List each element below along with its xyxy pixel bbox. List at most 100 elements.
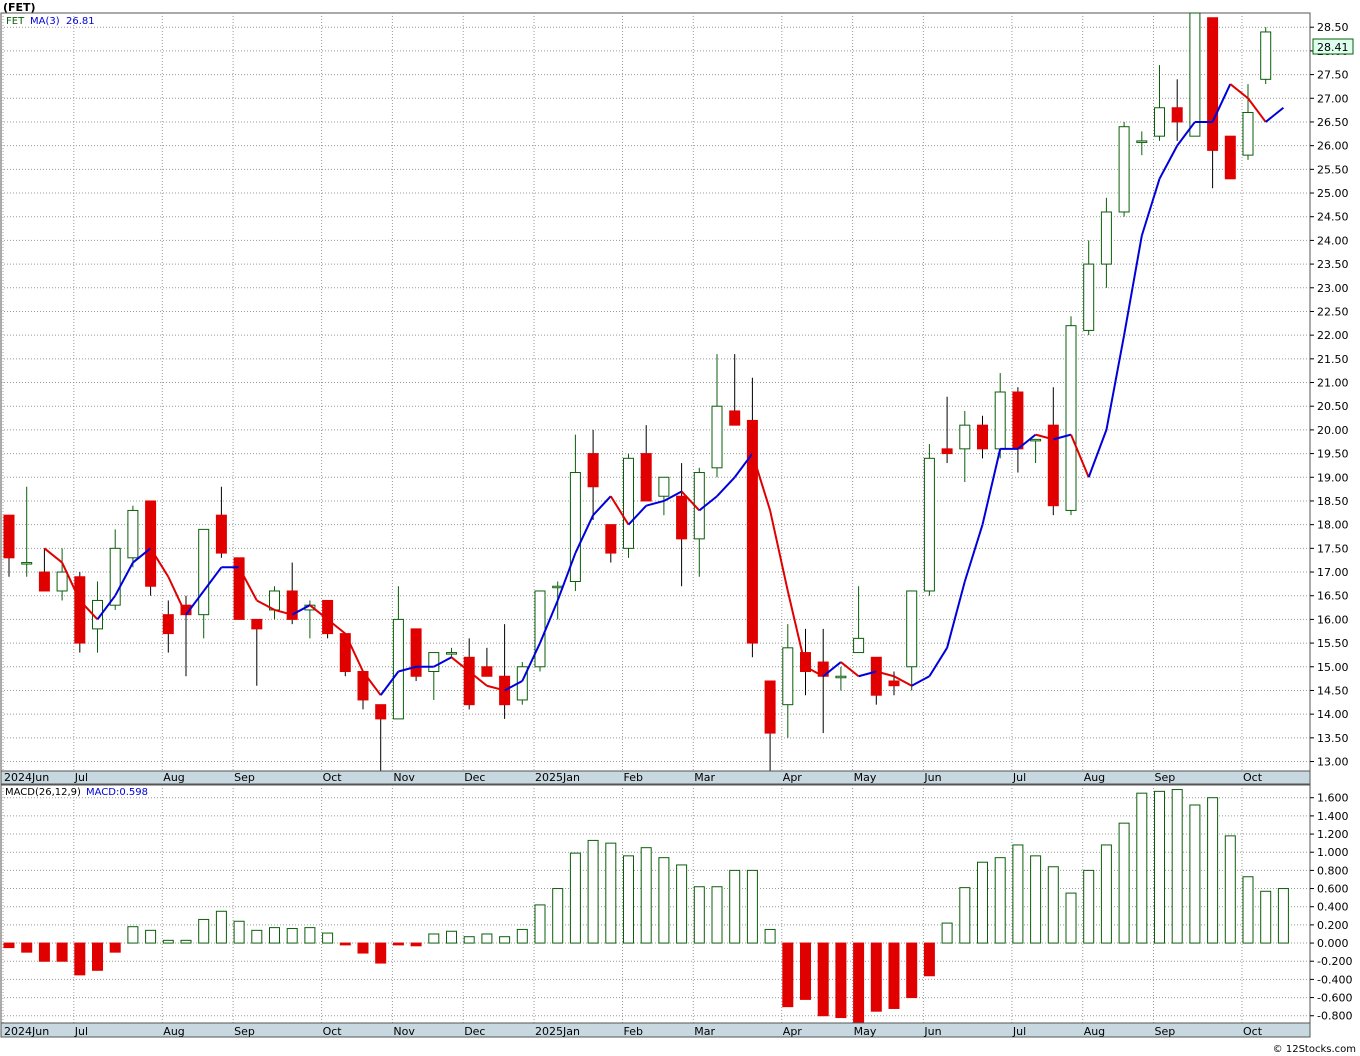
macd-bar: [1242, 876, 1254, 944]
macd-bar: [357, 942, 369, 954]
candle-body: [410, 628, 422, 677]
macd-x-tick-label: Mar: [694, 1025, 715, 1038]
candle-body: [870, 656, 882, 696]
macd-bar: [322, 932, 334, 944]
macd-bar: [74, 942, 86, 976]
macd-bar: [109, 942, 121, 953]
macd-bar: [180, 939, 192, 944]
price-y-tick-label: 15.00: [1317, 661, 1349, 674]
macd-bar: [676, 864, 688, 944]
macd-bar: [552, 888, 564, 944]
macd-x-tick-label: Sep: [234, 1025, 255, 1038]
candle-body: [623, 457, 634, 549]
candle-body: [1012, 391, 1024, 450]
macd-bar: [304, 927, 316, 944]
macd-bar: [198, 918, 210, 944]
price-y-tick-label: 22.50: [1317, 305, 1349, 318]
price-y-tick-label: 16.00: [1317, 613, 1349, 626]
price-y-tick-label: 26.00: [1317, 140, 1349, 153]
price-y-tick-label: 22.00: [1317, 329, 1349, 342]
macd-bar: [693, 886, 705, 944]
macd-bar: [92, 942, 103, 971]
price-y-tick-label: 14.50: [1317, 684, 1349, 697]
macd-x-tick-label: Aug: [1084, 1025, 1105, 1038]
macd-bar: [746, 869, 758, 944]
candle: [1189, 12, 1201, 137]
macd-bar: [711, 886, 723, 944]
candle-body: [1189, 12, 1201, 137]
macd-bar: [764, 928, 776, 944]
macd-x-tick-label: Jul: [1012, 1025, 1026, 1038]
macd-bar: [1207, 797, 1219, 944]
macd-bar: [410, 942, 422, 947]
candle: [127, 505, 139, 568]
macd-x-axis-band: [0, 1022, 1311, 1038]
candle-body: [729, 410, 741, 426]
price-y-tick-label: 27.50: [1317, 69, 1349, 82]
macd-bar: [375, 942, 387, 964]
price-x-tick-label: Aug: [163, 771, 184, 784]
macd-bar: [1047, 866, 1059, 944]
candle-body: [375, 704, 387, 720]
macd-x-tick-label: Aug: [163, 1025, 184, 1038]
candle-body: [21, 562, 33, 565]
macd-bar: [286, 928, 298, 944]
macd-bar: [3, 942, 15, 949]
candle-body: [251, 618, 263, 630]
candle-body: [658, 476, 670, 497]
macd-y-tick-label: -0.400: [1317, 973, 1352, 986]
macd-bar: [1083, 869, 1095, 944]
macd-bar: [145, 929, 157, 944]
price-x-tick-label: May: [854, 771, 877, 784]
macd-x-tick-label: Feb: [624, 1025, 643, 1038]
macd-bar: [870, 942, 882, 1012]
price-y-tick-label: 24.50: [1317, 211, 1349, 224]
macd-bar: [1260, 890, 1272, 944]
candle-body: [835, 675, 847, 679]
candle-body: [286, 590, 298, 620]
candle-body: [162, 614, 174, 635]
macd-bar: [499, 936, 511, 944]
macd-bar: [339, 942, 351, 946]
macd-bar: [1118, 822, 1130, 944]
macd-bar: [56, 942, 68, 962]
price-y-tick-label: 19.50: [1317, 448, 1349, 461]
price-x-tick-label: Nov: [393, 771, 415, 784]
price-panel: 13.00 13.50 14.00 14.50 15.00 15.50 16.00 16.50…: [0, 12, 1354, 772]
candle-body: [941, 448, 953, 455]
price-x-tick-label: Oct: [1243, 771, 1263, 784]
macd-bar: [941, 922, 953, 944]
macd-bar: [251, 929, 263, 944]
macd-y-tick-label: 0.200: [1317, 919, 1349, 932]
price-y-tick-label: 19.00: [1317, 471, 1349, 484]
price-y-tick-label: 25.50: [1317, 163, 1349, 176]
candle-body: [1207, 17, 1219, 151]
candle-body: [1171, 107, 1183, 123]
macd-x-tick-label: 2025Jan: [535, 1025, 580, 1038]
candle-body: [888, 680, 900, 687]
macd-y-tick-label: 0.000: [1317, 937, 1349, 950]
candle-body: [145, 500, 157, 587]
macd-x-tick-label: Sep: [1155, 1025, 1176, 1038]
candle-body: [1154, 107, 1165, 137]
macd-y-tick-label: -0.600: [1317, 992, 1352, 1005]
candle: [410, 628, 422, 681]
macd-y-tick-label: 0.400: [1317, 901, 1349, 914]
macd-bar: [1154, 790, 1165, 944]
candle-body: [481, 666, 493, 677]
macd-y-tick-label: 1.400: [1317, 810, 1349, 823]
price-x-tick-label: Mar: [694, 771, 715, 784]
macd-y-tick-label: -0.200: [1317, 955, 1352, 968]
candle-body: [1065, 325, 1077, 511]
macd-bar: [1136, 792, 1148, 944]
price-x-axis-band: [0, 770, 1311, 785]
macd-bar: [623, 855, 634, 944]
price-y-tick-label: 23.00: [1317, 282, 1349, 295]
candle: [1224, 135, 1236, 180]
macd-bar: [1100, 844, 1112, 944]
price-y-tick-label: 21.50: [1317, 353, 1349, 366]
macd-y-tick-label: 0.600: [1317, 883, 1349, 896]
macd-bar: [977, 861, 988, 944]
price-x-tick-label: Oct: [323, 771, 343, 784]
macd-bar: [1171, 789, 1183, 944]
